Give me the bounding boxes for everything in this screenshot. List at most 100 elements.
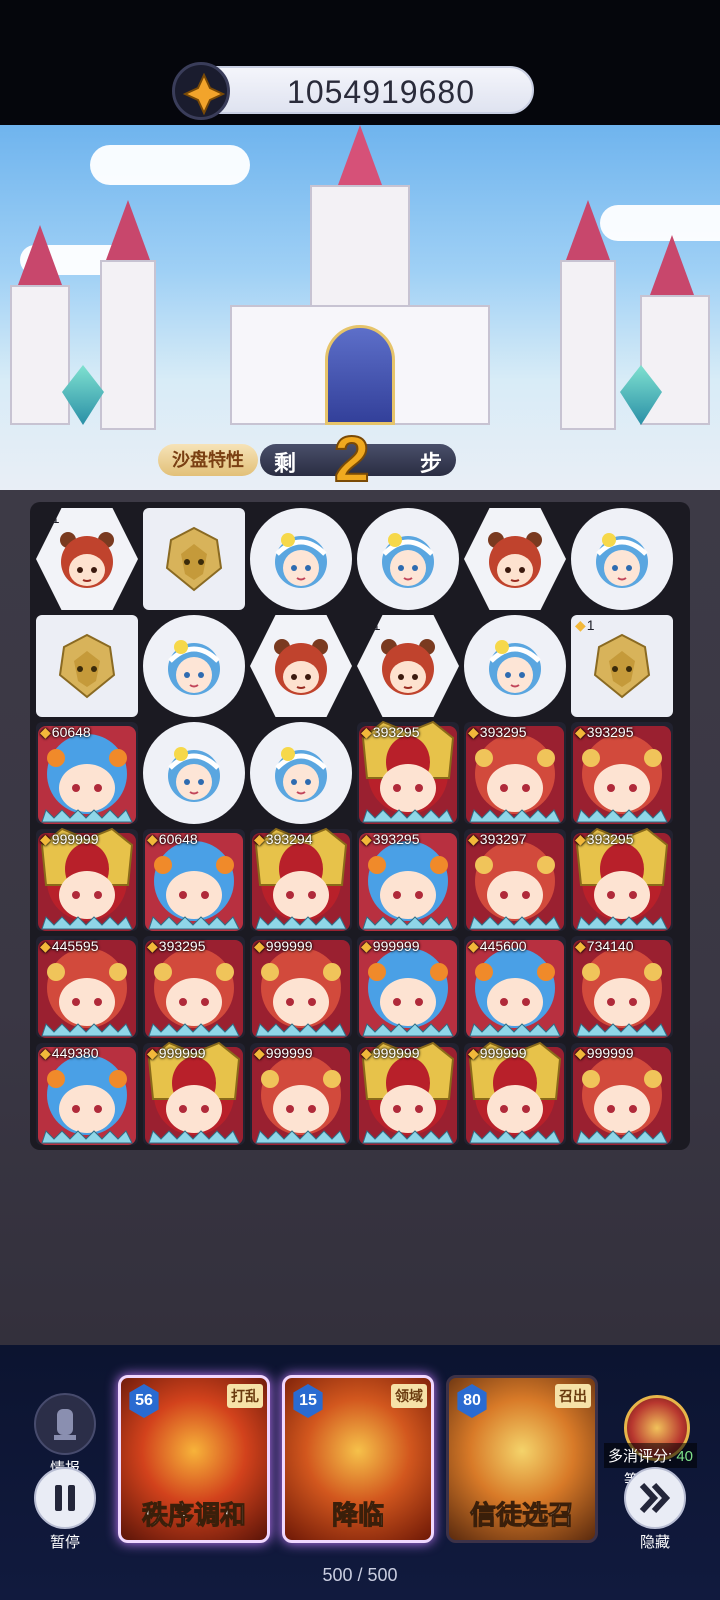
tile-value-badge: ◆999999 [468,1045,527,1062]
pause-label: 暂停 [49,1534,80,1551]
board-tile-red-hero[interactable]: ◆393297 [464,829,566,931]
board-tile-bear-head[interactable]: ◆1 [36,508,138,610]
tile-value-badge: ◆393295 [468,724,527,741]
gem-icon: ◆ [361,938,372,954]
board-tile-red-hero[interactable]: ◆734140 [571,936,673,1038]
board-tile-maid-head[interactable] [143,722,245,824]
gem-icon: ◆ [361,724,372,740]
board-tile-gold-hero[interactable]: ◆393295 [357,720,459,824]
board-tile-gold-hero[interactable]: ◆999999 [357,1041,459,1145]
gem-icon: ◆ [254,938,265,954]
star-gem-icon [172,62,230,120]
board-tile-blue-hero[interactable]: ◆393295 [357,829,459,931]
tile-value: 393295 [586,724,634,740]
tile-value: 999999 [479,1045,527,1061]
board-tile-gold-hero[interactable]: ◆999999 [36,827,138,931]
card-tag: 召出 [555,1384,591,1408]
board-tile-bear-head[interactable] [464,508,566,610]
board-tile-maid-head[interactable] [143,615,245,717]
double-chevron-right-icon [624,1467,686,1529]
hide-button[interactable]: 隐藏 [622,1467,688,1552]
tile-value-badge: ◆999999 [575,1045,634,1062]
board-tile-blue-hero[interactable]: ◆60648 [143,829,245,931]
tile-value: 393295 [586,831,634,847]
tile-value: 999999 [265,1045,313,1061]
tile-value: 999999 [158,1045,206,1061]
tile-value-badge: ◆999999 [254,938,313,955]
tile-value-badge: ◆445595 [40,938,99,955]
board-tile-red-hero[interactable]: ◆393295 [571,722,673,824]
tile-value: 393295 [158,938,206,954]
gem-icon: ◆ [575,1045,586,1061]
gem-icon: ◆ [40,1045,51,1061]
board-tile-red-hero[interactable]: ◆393295 [143,936,245,1038]
card-cost: 80 [457,1384,487,1418]
gem-icon: ◆ [361,617,372,633]
gem-icon: ◆ [575,617,586,633]
score-display: 1054919680 [172,62,534,120]
steps-remaining-bar: 沙盘特性 剩 2 步 [158,422,458,490]
card-tag: 领域 [391,1384,427,1408]
board-tile-maid-head[interactable] [357,508,459,610]
board-tile-red-hero[interactable]: ◆445595 [36,936,138,1038]
board-tile-maid-head[interactable] [250,722,352,824]
skill-card[interactable]: 80 召出 信徒选召 [446,1375,598,1543]
tile-value-badge: ◆393295 [575,724,634,741]
steps-prefix: 剩 [274,451,297,476]
tile-value: 734140 [586,938,634,954]
board-tile-gold-hero[interactable]: ◆393294 [250,827,352,931]
tile-value: 393297 [479,831,527,847]
board-tile-gold-hero[interactable]: ◆999999 [464,1041,566,1145]
gem-icon: ◆ [575,831,586,847]
tile-value: 445600 [479,938,527,954]
board-tile-red-hero[interactable]: ◆999999 [250,936,352,1038]
tile-value-badge: ◆999999 [361,938,420,955]
gem-icon: ◆ [361,831,372,847]
tile-value: 393295 [479,724,527,740]
castle-scene: 沙盘特性 剩 2 步 [0,125,720,490]
gem-icon: ◆ [468,831,479,847]
tile-value-badge: ◆999999 [361,1045,420,1062]
board-tile-maid-head[interactable] [464,615,566,717]
skill-card[interactable]: 56 打乱 秩序调和 [118,1375,270,1543]
board-tile-lion-head[interactable] [36,615,138,717]
gem-icon: ◆ [361,1045,372,1061]
tile-value: 60648 [51,724,91,740]
tile-value: 1 [51,510,60,526]
board-tile-red-hero[interactable]: ◆393295 [464,722,566,824]
tile-value-badge: ◆1 [40,510,60,527]
board-tile-lion-head[interactable] [143,508,245,610]
tile-value: 1 [372,617,381,633]
gem-icon: ◆ [468,724,479,740]
tile-value: 999999 [372,938,420,954]
board-tile-blue-hero[interactable]: ◆449380 [36,1043,138,1145]
board-tile-red-hero[interactable]: ◆999999 [250,1043,352,1145]
intel-button[interactable]: 情报 [32,1393,98,1478]
board-tile-gold-hero[interactable]: ◆999999 [143,1041,245,1145]
tile-value-badge: ◆1 [361,617,381,634]
board-tile-blue-hero[interactable]: ◆445600 [464,936,566,1038]
tile-value-badge: ◆393295 [575,831,634,848]
steps-counter: 剩 2 步 [260,422,456,490]
board-tile-red-hero[interactable]: ◆999999 [571,1043,673,1145]
board-tile-maid-head[interactable] [571,508,673,610]
sandbox-trait-tag[interactable]: 沙盘特性 [158,444,258,476]
board-tile-gold-hero[interactable]: ◆393295 [571,827,673,931]
gem-icon: ◆ [147,938,158,954]
board-tile-bear-head[interactable] [250,615,352,717]
skill-card[interactable]: 15 领域 降临 [282,1375,434,1543]
card-name: 秩序调和 [141,1500,246,1531]
board-tile-bear-head[interactable]: ◆1 [357,615,459,717]
board-tile-maid-head[interactable] [250,508,352,610]
tile-value-badge: ◆449380 [40,1045,99,1062]
card-cost: 56 [129,1384,159,1418]
board-tile-blue-hero[interactable]: ◆60648 [36,722,138,824]
tile-value-badge: ◆393294 [254,831,313,848]
top-bar: 1054919680 [0,0,720,125]
board-tile-blue-hero[interactable]: ◆999999 [357,936,459,1038]
board-tile-lion-head[interactable]: ◆1 [571,615,673,717]
tile-value-badge: ◆393295 [147,938,206,955]
pause-button[interactable]: 暂停 [32,1467,98,1552]
skill-bar: 情报 暂停 56打乱秩序调和15领域降临80召出信徒选召 多消评分: 40 等级… [0,1345,720,1600]
gem-icon: ◆ [40,724,51,740]
